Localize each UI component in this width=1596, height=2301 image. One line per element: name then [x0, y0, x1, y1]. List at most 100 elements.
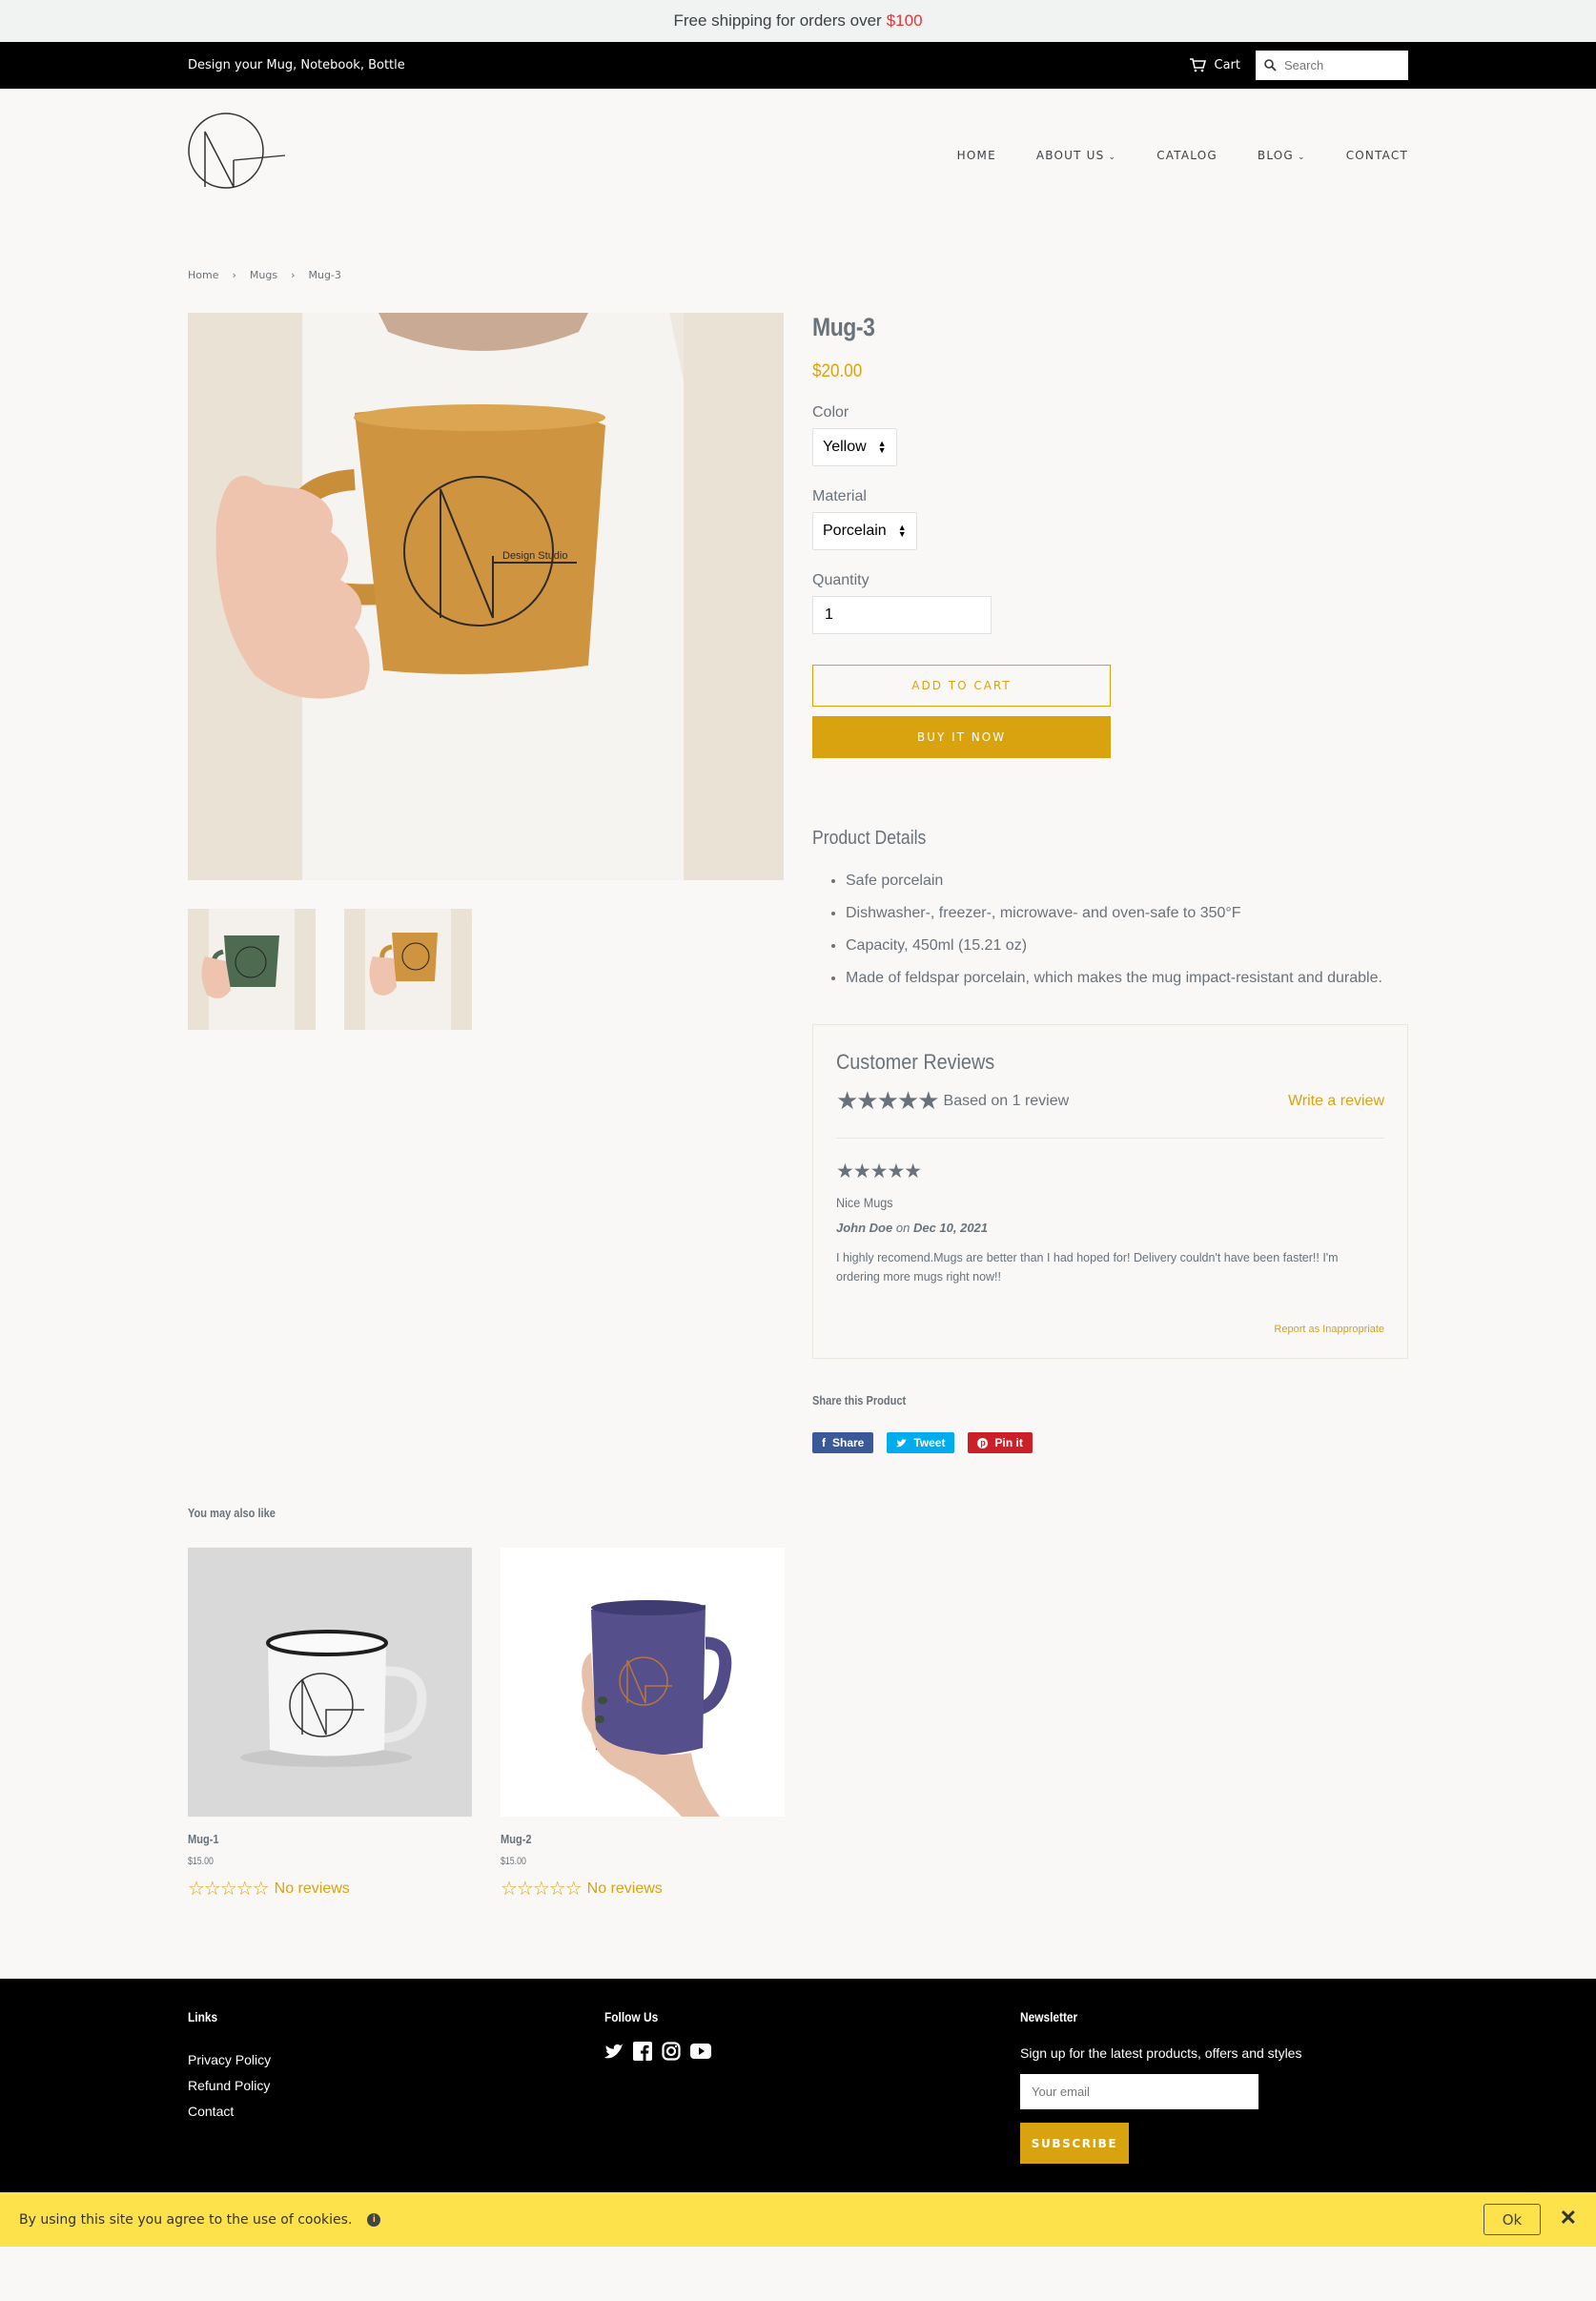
footer-links-title: Links: [188, 2009, 218, 2024]
review-headline: Nice Mugs: [836, 1195, 893, 1210]
no-reviews-label: No reviews: [586, 1880, 663, 1897]
cookie-text: By using this site you agree to the use …: [19, 2211, 353, 2228]
product-main-image[interactable]: Design Studio: [188, 313, 784, 880]
nav-blog[interactable]: BLOG ⌄: [1258, 149, 1306, 162]
facebook-share-label: Share: [832, 1436, 865, 1449]
breadcrumb: Home › Mugs › Mug-3: [188, 269, 341, 281]
nav-about-us[interactable]: ABOUT US ⌄: [1036, 149, 1116, 162]
nav-blog-label: BLOG: [1257, 149, 1294, 162]
footer-link-privacy[interactable]: Privacy Policy: [188, 2047, 271, 2073]
footer-link-contact[interactable]: Contact: [188, 2099, 271, 2125]
quantity-label: Quantity: [812, 572, 870, 588]
review-date: Dec 10, 2021: [912, 1221, 989, 1235]
twitter-icon: [896, 1438, 908, 1447]
product-details-list: Safe porcelain Dishwasher-, freezer-, mi…: [812, 865, 1408, 995]
search-input[interactable]: [1284, 58, 1399, 72]
cookie-ok-button[interactable]: Ok: [1483, 2204, 1541, 2235]
review-author-name: John Doe: [836, 1221, 893, 1235]
twitter-icon[interactable]: [604, 2043, 624, 2060]
announcement-text: Free shipping for orders over: [673, 11, 882, 30]
main-nav: HOME ABOUT US ⌄ CATALOG BLOG ⌄ CONTACT: [957, 149, 1408, 162]
yellow-mug-thumb: [344, 909, 472, 1030]
breadcrumb-home[interactable]: Home: [188, 269, 218, 281]
list-item: Made of feldspar porcelain, which makes …: [846, 962, 1408, 995]
list-item: Dishwasher-, freezer-, microwave- and ov…: [846, 897, 1408, 930]
product-card-name[interactable]: Mug-2: [501, 1832, 742, 1846]
chevron-down-icon: ⌄: [1108, 153, 1117, 162]
announcement-bar: Free shipping for orders over $100: [0, 0, 1596, 42]
product-card-name[interactable]: Mug-1: [188, 1832, 429, 1846]
share-buttons: f Share Tweet p Pin it: [812, 1432, 1033, 1453]
material-select[interactable]: Porcelain ▲ ▼: [812, 512, 917, 550]
pinterest-share-label: Pin it: [994, 1436, 1023, 1449]
mug-logo-text: Design Studio: [502, 550, 568, 562]
color-value: Yellow: [823, 439, 867, 455]
nav-catalog[interactable]: CATALOG: [1156, 149, 1217, 162]
reviews-summary: ★★★★★ Based on 1 review Write a review: [836, 1086, 1384, 1116]
empty-stars-icon: ☆☆☆☆☆: [501, 1879, 583, 1900]
twitter-share-label: Tweet: [913, 1436, 946, 1449]
footer-follow-title: Follow Us: [604, 2009, 659, 2024]
cart-icon: [1189, 58, 1206, 72]
nav-contact[interactable]: CONTACT: [1346, 149, 1408, 162]
product-card-mug-2[interactable]: Mug-2 $15.00 ☆☆☆☆☆ No reviews: [501, 1548, 785, 1900]
instagram-icon[interactable]: [662, 2042, 681, 2061]
twitter-share-button[interactable]: Tweet: [887, 1432, 955, 1453]
breadcrumb-separator: ›: [232, 269, 236, 281]
write-review-link[interactable]: Write a review: [1288, 1093, 1384, 1110]
rating-stars-icon: ★★★★★: [836, 1086, 940, 1115]
product-info: Mug-3 $20.00 Color Yellow ▲ ▼ Material Po…: [812, 313, 1408, 995]
site-header: HOME ABOUT US ⌄ CATALOG BLOG ⌄ CONTACT: [0, 89, 1596, 222]
thumbnail-yellow-mug[interactable]: [344, 909, 472, 1030]
empty-stars-icon: ☆☆☆☆☆: [188, 1879, 270, 1900]
facebook-icon[interactable]: [633, 2042, 652, 2061]
cart-label: Cart: [1214, 58, 1241, 72]
quantity-input[interactable]: 1: [812, 596, 992, 634]
breadcrumb-separator: ›: [291, 269, 296, 281]
logo[interactable]: [188, 113, 287, 198]
product-card-price: $15.00: [188, 1856, 214, 1867]
share-title: Share this Product: [812, 1393, 907, 1407]
info-icon[interactable]: i: [367, 2212, 381, 2227]
report-link[interactable]: Report as Inappropriate: [1274, 1324, 1384, 1335]
product-title: Mug-3: [812, 313, 875, 341]
product-card-reviews: ☆☆☆☆☆ No reviews: [188, 1877, 472, 1900]
newsletter-email-input[interactable]: Your email: [1020, 2074, 1258, 2109]
material-label: Material: [812, 488, 867, 504]
product-card-reviews: ☆☆☆☆☆ No reviews: [501, 1877, 785, 1900]
facebook-share-button[interactable]: f Share: [812, 1432, 874, 1453]
cart-link[interactable]: Cart: [1189, 58, 1241, 72]
tagline: Design your Mug, Notebook, Bottle: [188, 58, 405, 72]
product-card-image[interactable]: [501, 1548, 785, 1817]
footer-link-refund[interactable]: Refund Policy: [188, 2073, 271, 2099]
cookie-banner: By using this site you agree to the use …: [0, 2192, 1596, 2247]
material-value: Porcelain: [823, 523, 887, 539]
yellow-mug-photo: Design Studio: [188, 313, 784, 880]
color-select[interactable]: Yellow ▲ ▼: [812, 428, 897, 466]
product-details-title: Product Details: [812, 828, 927, 849]
search-box[interactable]: [1256, 51, 1408, 80]
customer-reviews: Customer Reviews ★★★★★ Based on 1 review…: [812, 1024, 1408, 1359]
review-stars-icon: ★★★★★: [836, 1161, 922, 1182]
related-title: You may also like: [188, 1506, 276, 1520]
nav-about-us-label: ABOUT US: [1035, 149, 1105, 162]
review-body: I highly recomend.Mugs are better than I…: [836, 1251, 1339, 1284]
youtube-icon[interactable]: [690, 2043, 711, 2060]
reviews-title: Customer Reviews: [836, 1050, 995, 1074]
color-label: Color: [812, 404, 849, 421]
add-to-cart-button[interactable]: ADD TO CART: [812, 665, 1111, 707]
breadcrumb-mugs[interactable]: Mugs: [250, 269, 277, 281]
product-card-price: $15.00: [501, 1856, 526, 1867]
subscribe-button[interactable]: SUBSCRIBE: [1020, 2123, 1129, 2164]
buy-now-button[interactable]: BUY IT NOW: [812, 716, 1111, 758]
pinterest-share-button[interactable]: p Pin it: [968, 1432, 1033, 1453]
product-card-mug-1[interactable]: Mug-1 $15.00 ☆☆☆☆☆ No reviews: [188, 1548, 472, 1900]
list-item: Capacity, 450ml (15.21 oz): [846, 930, 1408, 962]
nav-home[interactable]: HOME: [957, 149, 996, 162]
divider: [836, 1138, 1384, 1139]
product-card-image[interactable]: [188, 1548, 472, 1817]
thumbnail-green-mug[interactable]: [188, 909, 316, 1030]
chevron-down-icon: ⌄: [1297, 153, 1306, 162]
close-icon[interactable]: ✕: [1560, 2206, 1577, 2230]
review-author: John Doe on Dec 10, 2021: [836, 1221, 1384, 1235]
